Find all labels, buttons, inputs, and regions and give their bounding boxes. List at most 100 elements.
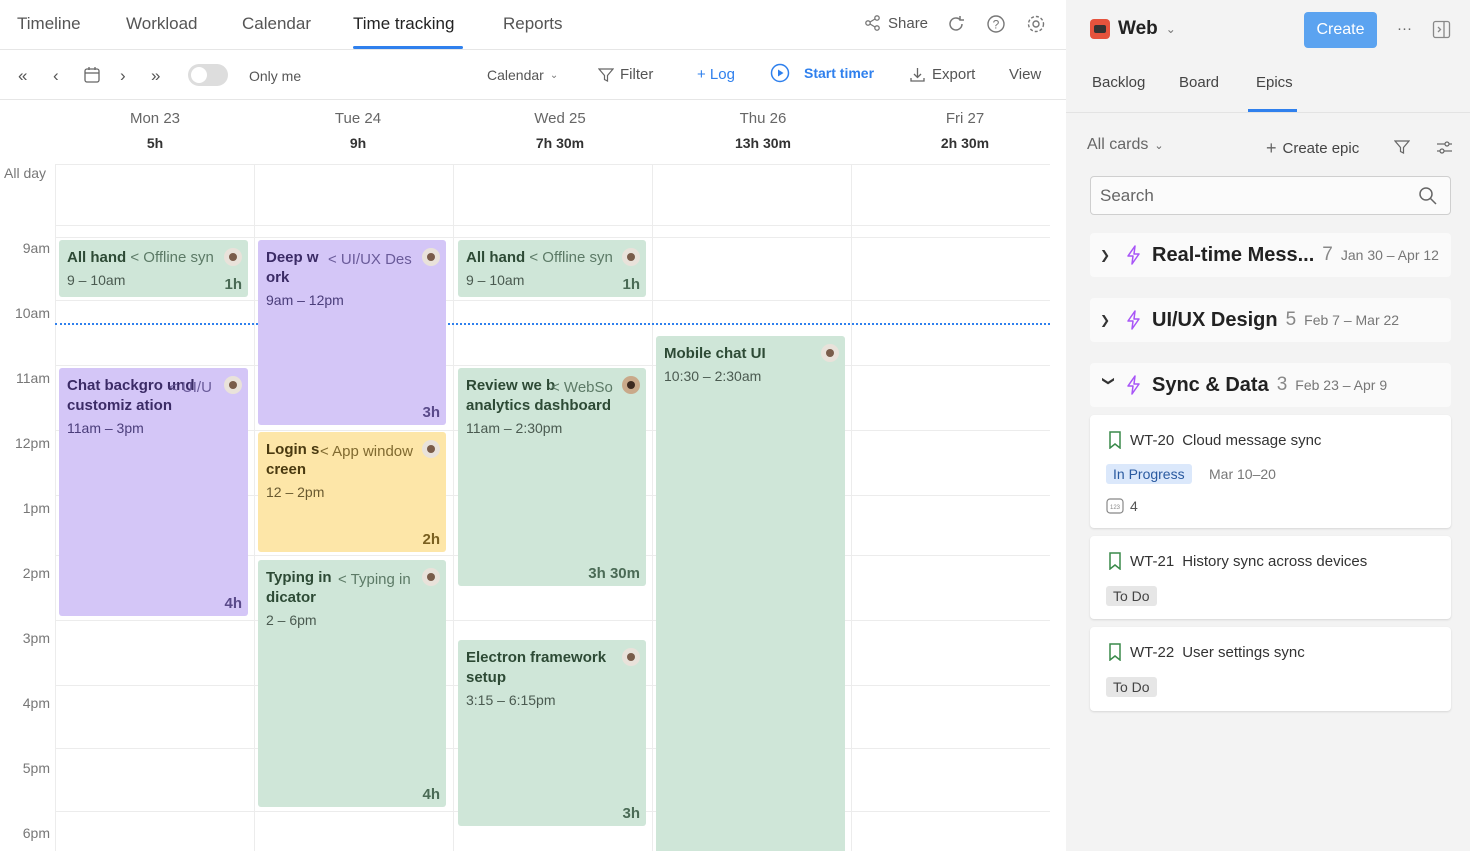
status-badge: To Do [1106,677,1157,697]
all-cards-dropdown[interactable]: All cards ⌄ [1087,136,1164,154]
chevron-left-icon: ‹ [53,66,59,85]
lightning-icon [1127,310,1140,330]
export-button[interactable]: Export [909,66,975,83]
create-epic-button[interactable]: + Create epic [1266,138,1359,159]
plus-icon: + [1266,138,1277,158]
time-entry[interactable]: All hand < Offline syn 9 – 10am 1h [458,240,646,297]
create-button[interactable]: Create [1304,12,1377,48]
play-icon [770,63,790,83]
entry-time: 2 – 6pm [266,612,317,628]
chevron-right-icon: ❯ [1100,248,1111,262]
jump-back-button[interactable]: « [18,66,27,86]
bookmark-icon [1109,552,1121,570]
epic-row[interactable]: ❯ Real-time Mess... 7 Jan 30 – Apr 12 [1090,233,1451,277]
day-name: Thu 26 [739,110,787,127]
more-button[interactable]: ··· [1397,20,1412,37]
all-day-label: All day [4,165,47,181]
active-tab-indicator [353,46,463,49]
day-name: Fri 27 [945,110,985,127]
project-icon [1090,19,1110,39]
time-entry[interactable]: Mobile chat UI 10:30 – 2:30am [656,336,845,851]
issue-title: History sync across devices [1182,552,1368,570]
jump-forward-button[interactable]: » [151,66,160,86]
chevron-down-icon: ❯ [1102,376,1116,387]
previous-button[interactable]: ‹ [53,66,59,86]
epic-row[interactable]: ❯ UI/UX Design 5 Feb 7 – Mar 22 [1090,298,1451,342]
tab-reports[interactable]: Reports [503,14,563,34]
day-header-mon: Mon 23 5h [55,110,255,151]
tab-calendar[interactable]: Calendar [242,14,311,34]
tab-backlog[interactable]: Backlog [1092,74,1145,91]
time-entry[interactable]: Review we b analytics dashboard < WebSo … [458,368,646,586]
entry-parent: < App window [320,443,413,460]
project-switcher[interactable]: Web ⌄ [1090,18,1176,40]
hour-label: 6pm [22,825,50,841]
hour-label: 2pm [22,565,50,581]
divider [1066,112,1470,113]
status-badge: To Do [1106,586,1157,606]
epic-filter-button[interactable] [1394,139,1410,155]
collapse-panel-button[interactable] [1432,20,1451,39]
hour-label: 4pm [22,695,50,711]
time-entry[interactable]: Deep w ork < UI/UX Des 9am – 12pm 3h [258,240,446,425]
log-button[interactable]: + Log [697,66,735,83]
avatar [224,376,242,394]
tab-epics[interactable]: Epics [1256,74,1293,91]
time-entry[interactable]: Chat backgro und customiz ation < UI/U 1… [59,368,248,616]
time-entry[interactable]: All hand < Offline syn 9 – 10am 1h [59,240,248,297]
filter-button[interactable]: Filter [598,66,653,83]
avatar [422,568,440,586]
issue-card[interactable]: WT-21 History sync across devices To Do [1090,536,1451,619]
top-navigation: Timeline Workload Calendar Time tracking… [0,0,1066,50]
share-button[interactable]: Share [864,14,928,32]
hour-label: 9am [22,240,50,256]
time-tracking-main: Timeline Workload Calendar Time tracking… [0,0,1066,851]
tab-time-tracking[interactable]: Time tracking [353,14,454,34]
issue-card[interactable]: WT-22 User settings sync To Do [1090,627,1451,711]
entry-parent: < WebSo [551,379,613,396]
grid-line [55,620,1050,621]
only-me-toggle[interactable] [188,64,228,86]
search-input[interactable] [1091,177,1391,214]
filter-icon [598,67,614,82]
only-me-label: Only me [249,68,302,84]
grid-line [652,164,653,851]
epic-name: Real-time Mess... [1152,243,1315,266]
grid-line [55,225,1050,226]
tab-timeline[interactable]: Timeline [17,14,81,34]
refresh-button[interactable] [946,14,966,34]
time-entry[interactable]: Login s creen < App window 12 – 2pm 2h [258,432,446,552]
help-icon: ? [987,15,1005,33]
calendar-view-dropdown[interactable]: Calendar ⌄ [487,67,558,83]
settings-button[interactable] [1026,14,1046,34]
tab-board[interactable]: Board [1179,74,1219,91]
next-button[interactable]: › [120,66,126,86]
hour-label: 3pm [22,630,50,646]
day-header-wed: Wed 25 7h 30m [460,110,660,151]
filter-label: Filter [620,66,654,83]
issue-key: WT-22 [1130,643,1175,661]
view-button[interactable]: View [1009,66,1041,83]
date-picker-button[interactable] [83,66,101,84]
entry-parent: < UI/UX Des [328,251,412,268]
time-entry[interactable]: Electron framework setup 3:15 – 6:15pm 3… [458,640,646,826]
day-total: 7h 30m [535,135,585,151]
grid-line [55,164,1050,165]
start-timer-button[interactable]: Start timer [770,63,874,83]
help-button[interactable]: ? [986,14,1006,34]
entry-time: 12 – 2pm [266,484,325,500]
hour-label: 11am [16,370,50,386]
time-entry[interactable]: Typing in dicator < Typing in 2 – 6pm 4h [258,560,446,807]
avatar [622,248,640,266]
calendar-icon [84,67,100,83]
issue-card[interactable]: WT-20 Cloud message sync In Progress Mar… [1090,415,1451,528]
entry-parent: < Offline syn [529,249,613,266]
epic-row[interactable]: ❯ Sync & Data 3 Feb 23 – Apr 9 [1090,363,1451,407]
search-icon[interactable] [1418,186,1438,206]
day-name: Mon 23 [129,110,181,127]
grid-line [55,237,1050,238]
tab-workload[interactable]: Workload [126,14,198,34]
status-badge: In Progress [1106,464,1192,484]
epic-settings-button[interactable] [1436,139,1453,156]
day-total: 2h 30m [940,135,990,151]
